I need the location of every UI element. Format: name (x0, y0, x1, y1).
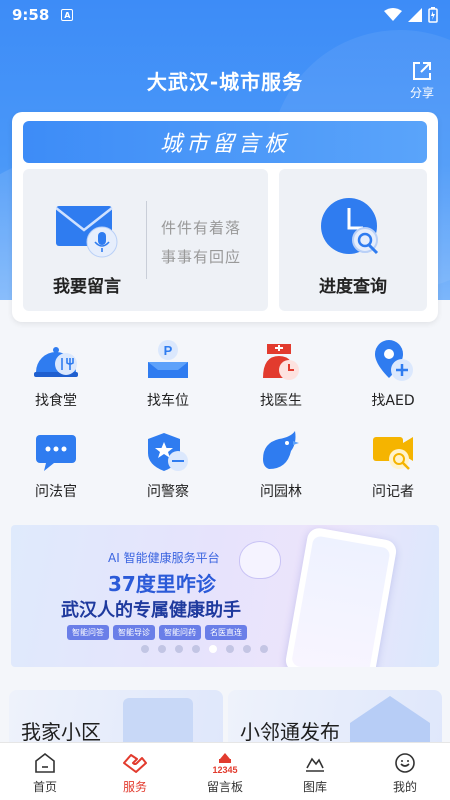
service-label: 找AED (371, 393, 415, 409)
service-item-judge[interactable]: 问法官 (0, 429, 112, 504)
promo-tag: 名医直连 (205, 625, 247, 640)
tab-label: 图库 (302, 780, 327, 794)
service-item-aed[interactable]: 找AED (337, 338, 449, 413)
tab-message-board[interactable]: 12345 留言板 (180, 743, 270, 800)
carousel-dot[interactable] (175, 645, 183, 653)
promo-subtitle: AI 智能健康服务平台 (108, 551, 220, 565)
parking-icon: P (148, 340, 188, 378)
leave-message-label: 我要留言 (53, 277, 121, 297)
promo-headline: 37度里咋诊 (108, 572, 216, 596)
service-item-doctor[interactable]: 找医生 (225, 338, 337, 413)
services-grid: 找食堂 P 找车位 找医生 找AED 问法官 问警察 问园林 问记者 (0, 338, 450, 508)
service-label: 问警察 (147, 484, 189, 500)
judge-chat-icon (36, 435, 76, 471)
home-icon (35, 752, 55, 773)
service-label: 找食堂 (35, 393, 77, 409)
card-label: 小邻通发布 (240, 720, 340, 744)
service-item-garden[interactable]: 问园林 (225, 429, 337, 504)
bird-icon (263, 431, 299, 469)
profile-icon (395, 753, 415, 773)
aed-icon (375, 340, 413, 381)
carousel-dot[interactable] (192, 645, 200, 653)
svg-text:P: P (164, 343, 173, 358)
tab-gallery[interactable]: 图库 (270, 743, 360, 800)
my-community-card[interactable]: 我家小区 (9, 690, 223, 750)
doctor-icon (263, 344, 299, 380)
carousel-dot[interactable] (158, 645, 166, 653)
battery-icon (428, 7, 438, 23)
carousel-dot[interactable] (226, 645, 234, 653)
service-item-reporter[interactable]: 问记者 (337, 429, 449, 504)
status-bar: 9:58 A (0, 0, 450, 30)
share-button[interactable]: 分享 (406, 60, 438, 101)
promo-tags: 智能问答 智能导诊 智能问药 名医直连 (67, 625, 247, 640)
message-board-banner[interactable]: 城市留言板 (23, 121, 427, 163)
feature-cards: 我家小区 小邻通发布 (0, 690, 450, 750)
share-label: 分享 (409, 86, 434, 100)
header: 大武汉-城市服务 (0, 62, 450, 98)
carousel-indicator (141, 645, 268, 653)
slogan-line-2: 事事有回应 (161, 248, 242, 266)
service-item-parking[interactable]: P 找车位 (112, 338, 224, 413)
neighbor-publish-card[interactable]: 小邻通发布 (228, 690, 442, 750)
service-label: 找车位 (147, 393, 189, 409)
promo-carousel[interactable]: AI 智能健康服务平台 37度里咋诊 武汉人的专属健康助手 智能问答 智能导诊 … (11, 525, 439, 667)
tab-profile[interactable]: 我的 (360, 743, 450, 800)
mail-microphone-icon (56, 206, 118, 258)
tab-label: 服务 (122, 780, 147, 794)
promo-tag: 智能导诊 (113, 625, 155, 640)
promo-tag: 智能问答 (67, 625, 109, 640)
dining-icon (34, 347, 78, 377)
message-board-12345-icon: 12345 (212, 753, 238, 775)
service-label: 问法官 (35, 484, 77, 500)
signal-icon (408, 8, 422, 22)
share-icon (413, 62, 431, 80)
progress-query-button[interactable]: 进度查询 (279, 169, 427, 311)
svg-text:12345: 12345 (212, 765, 237, 775)
tab-label: 留言板 (206, 780, 243, 794)
tab-label: 我的 (392, 780, 417, 794)
tab-home[interactable]: 首页 (0, 743, 90, 800)
message-service-card: 城市留言板 件件有着落 事事有回应 我要留言 进度查询 (12, 112, 438, 322)
status-time: 9:58 (12, 6, 50, 24)
promo-tagline: 武汉人的专属健康助手 (61, 600, 241, 621)
progress-query-label: 进度查询 (319, 277, 387, 297)
mascot-icon (239, 541, 281, 579)
camera-icon (373, 437, 413, 470)
service-label: 问记者 (372, 484, 414, 500)
service-item-canteen[interactable]: 找食堂 (0, 338, 112, 413)
carousel-dot[interactable] (243, 645, 251, 653)
page-title: 大武汉-城市服务 (146, 69, 304, 94)
sim-icon: A (61, 9, 74, 21)
service-item-police[interactable]: 问警察 (112, 429, 224, 504)
carousel-dot[interactable] (141, 645, 149, 653)
carousel-dot[interactable] (209, 645, 217, 653)
service-handshake-icon (123, 754, 147, 773)
tab-services[interactable]: 服务 (90, 743, 180, 800)
leave-message-button[interactable]: 件件有着落 事事有回应 我要留言 (23, 169, 268, 311)
bottom-tab-bar: 首页 服务 12345 留言板 图库 我的 (0, 742, 450, 800)
slogan-line-1: 件件有着落 (161, 219, 242, 237)
card-label: 我家小区 (21, 720, 101, 744)
carousel-dot[interactable] (260, 645, 268, 653)
promo-tag: 智能问药 (159, 625, 201, 640)
service-label: 找医生 (260, 393, 302, 409)
service-label: 问园林 (260, 484, 302, 500)
banner-calligraphy: 城市留言板 (159, 132, 290, 157)
wifi-icon (384, 8, 402, 21)
police-badge-icon (148, 433, 188, 471)
clock-search-icon (321, 198, 379, 255)
phone-mockup (284, 526, 398, 667)
tab-label: 首页 (32, 780, 57, 794)
gallery-icon (306, 757, 324, 772)
